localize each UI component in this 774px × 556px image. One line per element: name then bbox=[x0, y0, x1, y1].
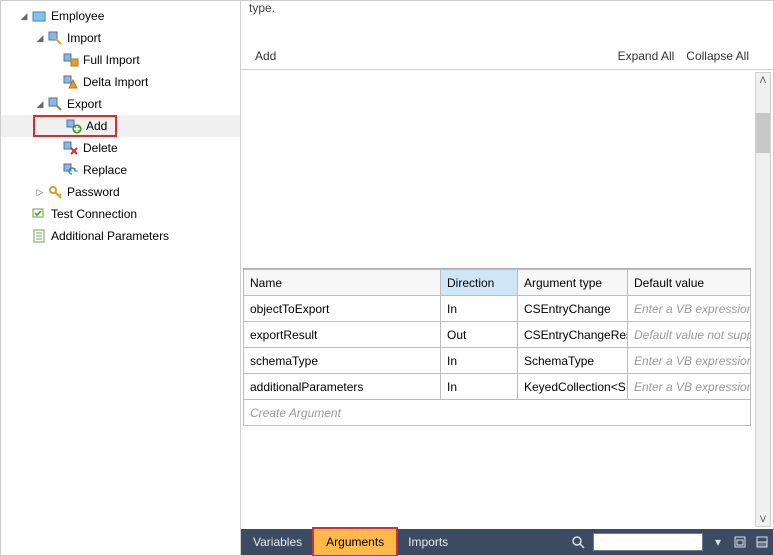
tree-label: Full Import bbox=[83, 53, 140, 67]
tree-label: Export bbox=[67, 97, 102, 111]
tree-label: Employee bbox=[51, 9, 104, 23]
designer-canvas[interactable]: ᐱ ᐯ Name Direction Argument type Default… bbox=[241, 69, 773, 529]
tree-node-password[interactable]: Password bbox=[1, 181, 240, 203]
tab-variables[interactable]: Variables bbox=[241, 529, 314, 555]
collapse-all-link[interactable]: Collapse All bbox=[686, 49, 749, 63]
tree-node-full-import[interactable]: Full Import bbox=[1, 49, 240, 71]
replace-icon bbox=[63, 162, 79, 178]
cell-default[interactable]: Enter a VB expression bbox=[628, 296, 751, 322]
export-icon bbox=[47, 96, 63, 112]
cell-direction[interactable]: Out bbox=[441, 322, 518, 348]
cell-direction[interactable]: In bbox=[441, 374, 518, 400]
test-connection-icon bbox=[31, 206, 47, 222]
password-icon bbox=[47, 184, 63, 200]
tab-arguments[interactable]: Arguments bbox=[314, 529, 396, 555]
tree-node-test-connection[interactable]: Test Connection bbox=[1, 203, 240, 225]
delta-import-icon bbox=[63, 74, 79, 90]
table-row[interactable]: exportResultOutCSEntryChangeResDefault v… bbox=[244, 322, 751, 348]
expand-all-link[interactable]: Expand All bbox=[618, 49, 675, 63]
folder-icon bbox=[31, 8, 47, 24]
cell-default[interactable]: Default value not suppor bbox=[628, 322, 751, 348]
tree-node-delta-import[interactable]: Delta Import bbox=[1, 71, 240, 93]
table-row[interactable]: objectToExportInCSEntryChangeEnter a VB … bbox=[244, 296, 751, 322]
cell-direction[interactable]: In bbox=[441, 296, 518, 322]
tree-node-replace[interactable]: Replace bbox=[1, 159, 240, 181]
details-panel: type. Add Expand All Collapse All ᐱ ᐯ Na… bbox=[241, 1, 773, 555]
expander-icon[interactable] bbox=[33, 31, 47, 45]
truncated-text: type. bbox=[241, 1, 773, 15]
add-icon bbox=[66, 118, 82, 134]
tree-label: Password bbox=[67, 185, 120, 199]
cell-arg_type[interactable]: CSEntryChangeRes bbox=[518, 322, 628, 348]
cell-arg_type[interactable]: SchemaType bbox=[518, 348, 628, 374]
parameters-icon bbox=[31, 228, 47, 244]
expander-icon[interactable] bbox=[33, 185, 47, 199]
cell-name[interactable]: schemaType bbox=[244, 348, 441, 374]
cell-default[interactable]: Enter a VB expression bbox=[628, 348, 751, 374]
scroll-down-icon[interactable]: ᐯ bbox=[756, 512, 770, 526]
cell-arg_type[interactable]: CSEntryChange bbox=[518, 296, 628, 322]
arguments-table: Name Direction Argument type Default val… bbox=[243, 268, 751, 426]
tree-label: Replace bbox=[83, 163, 127, 177]
scroll-thumb[interactable] bbox=[756, 113, 770, 153]
cell-default[interactable]: Enter a VB expression bbox=[628, 374, 751, 400]
tree-label: Import bbox=[67, 31, 101, 45]
col-direction[interactable]: Direction bbox=[441, 270, 518, 296]
tree-label: Additional Parameters bbox=[51, 229, 169, 243]
tree-node-additional-parameters[interactable]: Additional Parameters bbox=[1, 225, 240, 247]
tree-node-add[interactable]: Add bbox=[1, 115, 240, 137]
tree-node-delete[interactable]: Delete bbox=[1, 137, 240, 159]
chevron-down-icon[interactable]: ▾ bbox=[707, 529, 729, 555]
col-name[interactable]: Name bbox=[244, 270, 441, 296]
create-argument[interactable]: Create Argument bbox=[244, 400, 751, 426]
cell-direction[interactable]: In bbox=[441, 348, 518, 374]
tree-label: Add bbox=[86, 119, 107, 133]
import-icon bbox=[47, 30, 63, 46]
tree-label: Delta Import bbox=[83, 75, 148, 89]
tree-label: Delete bbox=[83, 141, 118, 155]
bottom-bar: Variables Arguments Imports ▾ bbox=[241, 529, 773, 555]
tree-node-employee[interactable]: Employee bbox=[1, 5, 240, 27]
restore-panel-icon[interactable] bbox=[751, 529, 773, 555]
col-default[interactable]: Default value bbox=[628, 270, 751, 296]
cell-name[interactable]: additionalParameters bbox=[244, 374, 441, 400]
cell-arg_type[interactable]: KeyedCollection<S bbox=[518, 374, 628, 400]
designer-toolbar: Add Expand All Collapse All bbox=[241, 43, 773, 69]
tree-panel: Employee Import Full Import Delta Impo bbox=[1, 1, 241, 555]
col-argtype[interactable]: Argument type bbox=[518, 270, 628, 296]
delete-icon bbox=[63, 140, 79, 156]
tree-node-export[interactable]: Export bbox=[1, 93, 240, 115]
scroll-up-icon[interactable]: ᐱ bbox=[756, 73, 770, 87]
vertical-scrollbar[interactable]: ᐱ ᐯ bbox=[755, 72, 771, 527]
tree-label: Test Connection bbox=[51, 207, 137, 221]
table-row[interactable]: additionalParametersInKeyedCollection<SE… bbox=[244, 374, 751, 400]
maximize-panel-icon[interactable] bbox=[729, 529, 751, 555]
cell-name[interactable]: objectToExport bbox=[244, 296, 441, 322]
cell-name[interactable]: exportResult bbox=[244, 322, 441, 348]
tree-node-import[interactable]: Import bbox=[1, 27, 240, 49]
table-row[interactable]: schemaTypeInSchemaTypeEnter a VB express… bbox=[244, 348, 751, 374]
expander-icon[interactable] bbox=[33, 97, 47, 111]
expander-icon[interactable] bbox=[17, 9, 31, 23]
full-import-icon bbox=[63, 52, 79, 68]
add-link[interactable]: Add bbox=[255, 49, 276, 63]
search-icon[interactable] bbox=[567, 529, 589, 555]
search-input[interactable] bbox=[593, 533, 703, 551]
tab-imports[interactable]: Imports bbox=[396, 529, 460, 555]
